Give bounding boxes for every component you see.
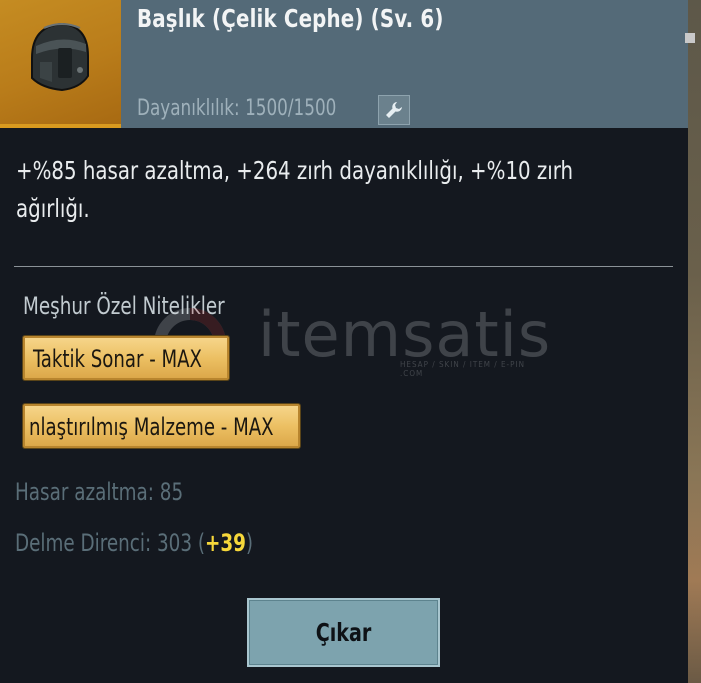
wrench-icon — [386, 102, 402, 118]
item-title: Başlık (Çelik Cephe) (Sv. 6) — [137, 4, 444, 33]
item-description: +%85 hasar azaltma, +264 zırh dayanıklıl… — [16, 156, 574, 223]
helmet-icon — [31, 22, 89, 92]
penetration-bonus: +39 — [205, 529, 246, 557]
penetration-resistance-stat: Delme Direnci: 303 (+39) — [15, 529, 253, 557]
perk-label: nlaştırılmış Malzeme - MAX — [29, 413, 274, 441]
divider — [14, 266, 673, 267]
item-header: Başlık (Çelik Cephe) (Sv. 6) Dayanıklılı… — [0, 0, 688, 128]
penetration-suffix: ) — [245, 529, 254, 557]
perk-badge-tactical-sonar[interactable]: Taktik Sonar - MAX — [23, 336, 229, 380]
watermark-text: itemsatis — [258, 298, 552, 371]
corner-handle[interactable] — [685, 33, 695, 43]
perks-heading: Meşhur Özel Nitelikler — [23, 292, 225, 320]
damage-reduction-stat: Hasar azaltma: 85 — [15, 478, 184, 506]
remove-button[interactable]: Çıkar — [247, 598, 440, 667]
watermark-subtext: HESAP / SKIN / ITEM / E-PIN .COM — [400, 360, 525, 378]
durability-label: Dayanıklılık: 1500/1500 — [137, 96, 337, 121]
remove-button-label: Çıkar — [315, 618, 372, 647]
repair-button[interactable] — [378, 95, 410, 125]
perk-badge-material[interactable]: nlaştırılmış Malzeme - MAX — [23, 404, 300, 448]
item-thumbnail — [0, 0, 121, 128]
item-detail-panel: Başlık (Çelik Cephe) (Sv. 6) Dayanıklılı… — [0, 0, 695, 683]
penetration-prefix: Delme Direnci: 303 ( — [15, 529, 206, 557]
perk-label: Taktik Sonar - MAX — [33, 345, 202, 373]
game-background — [686, 0, 701, 683]
